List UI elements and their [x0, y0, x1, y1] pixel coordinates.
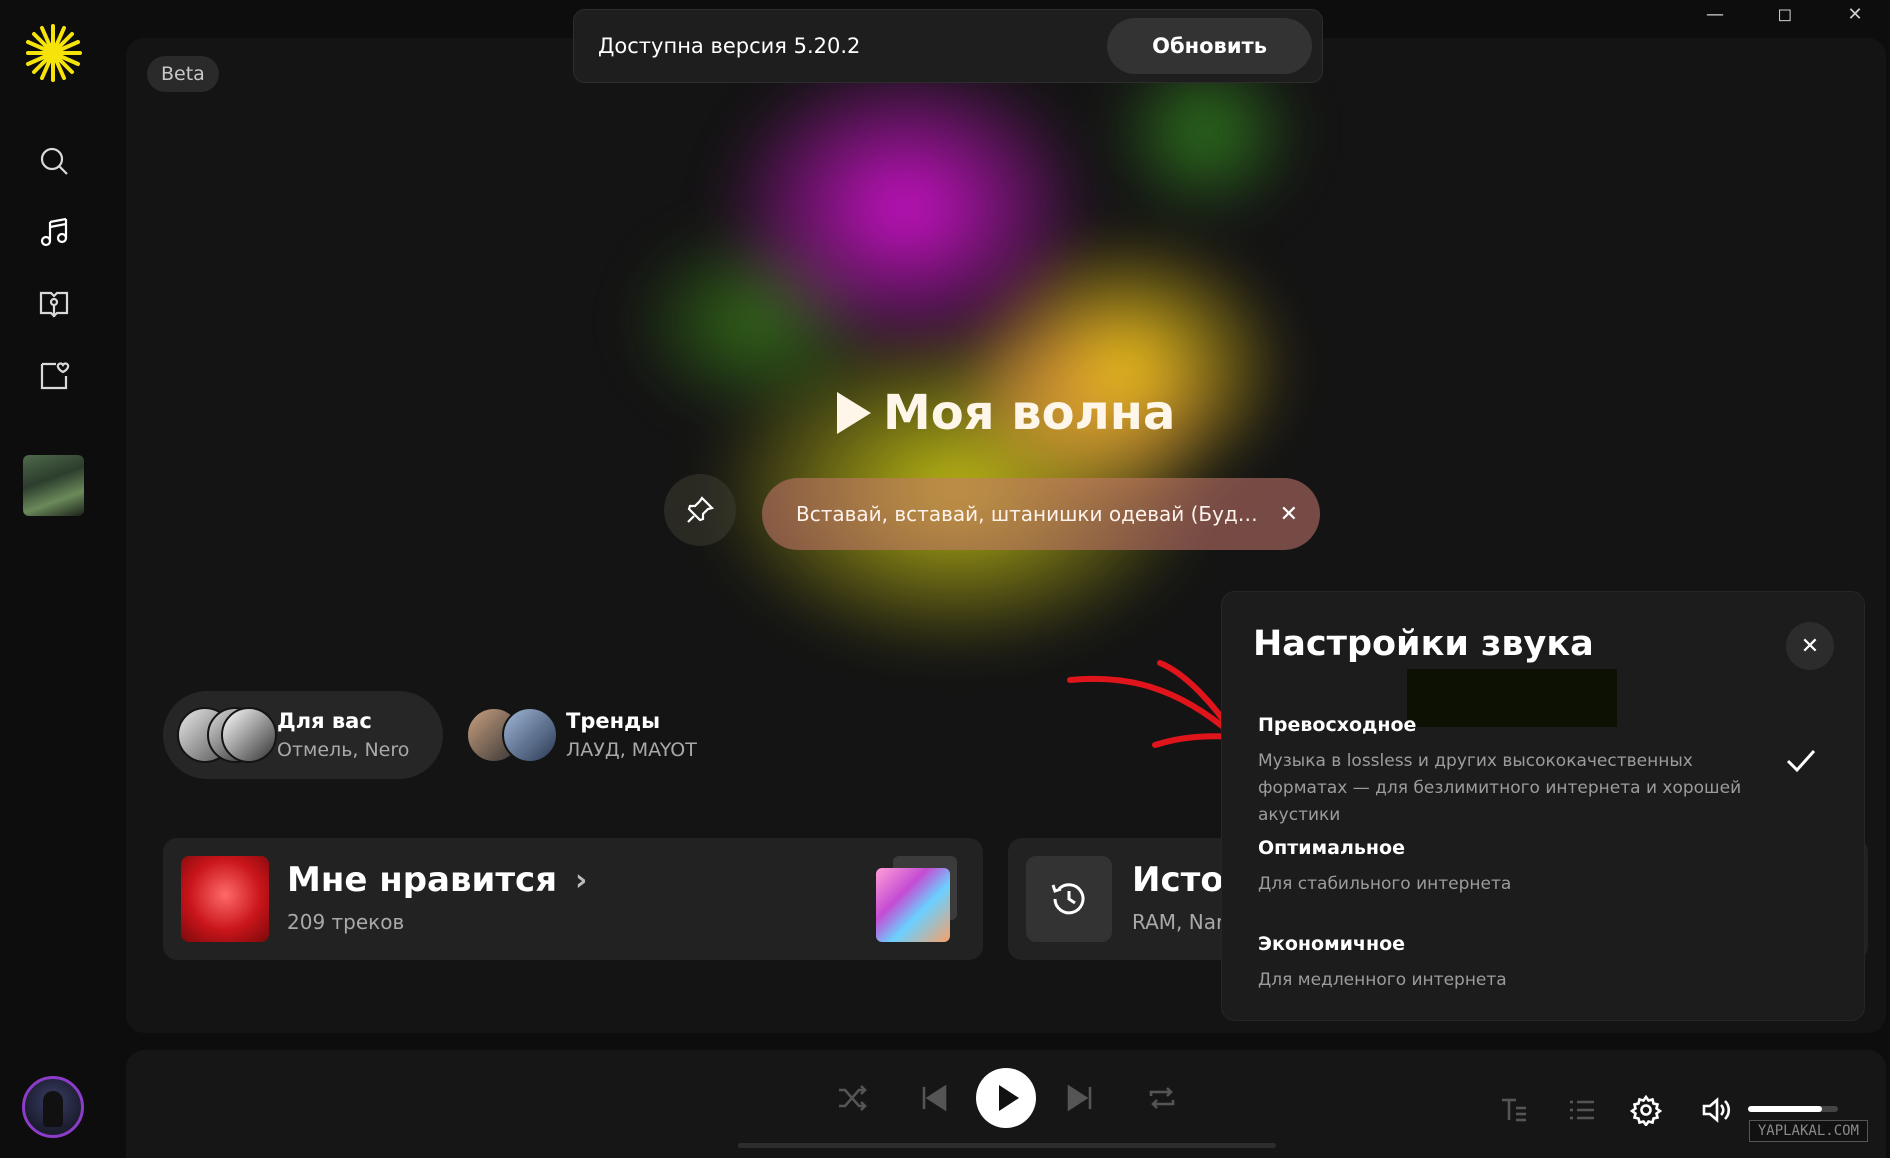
gear-icon	[1630, 1094, 1662, 1126]
play-button[interactable]	[976, 1068, 1036, 1128]
pin-icon	[687, 496, 715, 523]
lyrics-icon	[1502, 1098, 1526, 1122]
avatar[interactable]	[22, 1076, 84, 1138]
update-button[interactable]: Обновить	[1107, 18, 1312, 74]
sidebar-item-music[interactable]	[34, 212, 74, 252]
volume-button[interactable]	[1696, 1090, 1736, 1130]
sidebar-item-podcasts[interactable]	[34, 284, 74, 324]
option-name: Экономичное	[1258, 933, 1406, 955]
music-note-icon	[40, 217, 68, 247]
sidebar	[0, 0, 108, 1158]
artist-faces	[466, 707, 566, 763]
close-button[interactable]: ✕	[1786, 622, 1834, 670]
close-icon[interactable]: ✕	[1280, 502, 1298, 527]
maximize-icon[interactable]: ◻	[1750, 2, 1820, 26]
pill-title: Для вас	[277, 709, 372, 733]
pill-trends[interactable]: Тренды ЛАУД, MAYOT	[452, 691, 752, 779]
pill-title: Тренды	[566, 709, 661, 733]
close-window-icon[interactable]: ✕	[1820, 2, 1890, 26]
podcast-book-icon	[39, 291, 69, 318]
card-subtitle: 209 треков	[287, 910, 405, 934]
option-description: Музыка в lossless и других высококачеств…	[1258, 751, 1742, 825]
update-banner: Доступна версия 5.20.2 Обновить	[573, 9, 1323, 83]
search-icon	[40, 147, 68, 175]
queue-button[interactable]	[1562, 1090, 1602, 1130]
option-name: Превосходное	[1258, 714, 1417, 736]
pin-button[interactable]	[664, 474, 736, 546]
repeat-icon	[1149, 1087, 1175, 1109]
sound-settings-panel: Настройки звука ✕ Превосходное Музыка в …	[1221, 591, 1865, 1021]
heart-collection-icon	[40, 362, 70, 390]
sidebar-item-search[interactable]	[34, 141, 74, 181]
option-name: Оптимальное	[1258, 837, 1405, 859]
previous-icon	[922, 1084, 947, 1112]
option-description: Для медленного интернета	[1258, 970, 1507, 990]
update-message: Доступна версия 5.20.2	[598, 34, 861, 58]
beta-badge: Beta	[147, 56, 219, 92]
heart-cover-icon	[181, 856, 269, 942]
app-logo-icon[interactable]	[22, 22, 84, 84]
sound-settings-button[interactable]	[1626, 1090, 1666, 1130]
player-bar: YAPLAKAL.COM	[126, 1050, 1886, 1158]
sound-settings-title: Настройки звука	[1253, 624, 1594, 664]
progress-bar[interactable]	[738, 1143, 1276, 1148]
minimize-icon[interactable]: —	[1680, 2, 1750, 26]
card-title: Мне нравится	[287, 860, 558, 900]
close-icon: ✕	[1800, 633, 1820, 659]
red-arrow-annotation	[1067, 660, 1241, 748]
shuffle-icon	[839, 1085, 867, 1111]
pill-subtitle: Отмель, Nero	[277, 739, 410, 761]
quality-option-economy[interactable]: Экономичное Для медленного интернета	[1258, 933, 1818, 994]
my-wave-title: Моя волна	[883, 385, 1176, 441]
lyrics-button[interactable]	[1494, 1090, 1534, 1130]
quality-option-optimal[interactable]: Оптимальное Для стабильного интернета	[1258, 837, 1818, 898]
next-icon	[1067, 1084, 1092, 1112]
volume-fill	[1748, 1106, 1822, 1112]
volume-icon	[1702, 1097, 1731, 1123]
album-cover	[876, 868, 950, 942]
liked-tracks-card[interactable]: Мне нравится › 209 треков	[163, 838, 983, 960]
pill-for-you[interactable]: Для вас Отмель, Nero	[163, 691, 443, 779]
history-icon	[1026, 856, 1112, 942]
my-wave-play-button[interactable]: Моя волна	[837, 385, 1175, 441]
check-icon	[1786, 749, 1816, 773]
chevron-right-icon: ›	[575, 862, 588, 898]
wave-setting-chip[interactable]: Вставай, вставай, штанишки одевай (Будил…	[762, 478, 1320, 550]
option-description: Для стабильного интернета	[1258, 874, 1512, 894]
quality-option-superb[interactable]: Превосходное Музыка в lossless и других …	[1258, 714, 1818, 829]
sidebar-item-collection[interactable]	[34, 356, 74, 396]
queue-icon	[1570, 1100, 1594, 1120]
wave-setting-label: Вставай, вставай, штанишки одевай (Будил…	[796, 502, 1264, 526]
recent-album-cover[interactable]	[23, 455, 84, 516]
window-controls: — ◻ ✕	[1680, 2, 1890, 26]
pill-subtitle: ЛАУД, MAYOT	[566, 739, 697, 761]
repeat-button[interactable]	[1142, 1078, 1182, 1118]
watermark: YAPLAKAL.COM	[1748, 1120, 1868, 1142]
artist-faces	[177, 707, 277, 763]
next-button[interactable]	[1060, 1078, 1100, 1118]
play-icon	[837, 392, 871, 434]
previous-button[interactable]	[914, 1078, 954, 1118]
card-subtitle: RAM, Nar	[1132, 910, 1225, 934]
shuffle-button[interactable]	[832, 1078, 872, 1118]
volume-slider[interactable]	[1748, 1106, 1838, 1112]
